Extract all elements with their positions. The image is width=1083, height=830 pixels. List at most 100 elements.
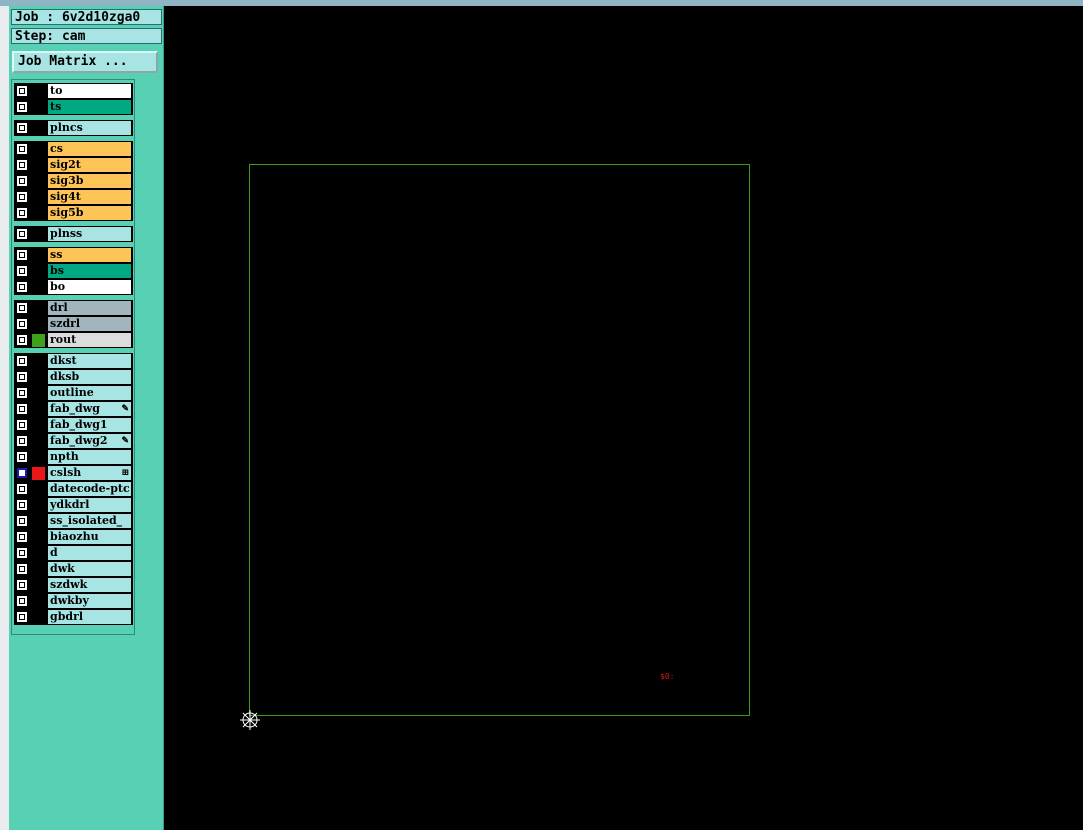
layer-row-dwkby[interactable]: dwkby <box>14 593 133 609</box>
layer-checkbox[interactable] <box>16 334 28 346</box>
layer-checkbox[interactable] <box>16 499 28 511</box>
layer-display-swatch[interactable] <box>32 579 45 592</box>
layer-name[interactable]: plncs <box>48 121 131 135</box>
layer-row-cslsh[interactable]: cslsh ⊞ <box>14 465 133 481</box>
layer-row-d[interactable]: d <box>14 545 133 561</box>
layer-checkbox[interactable] <box>16 143 28 155</box>
layer-row-szdwk[interactable]: szdwk <box>14 577 133 593</box>
layer-name[interactable]: dwkby <box>48 594 131 608</box>
layer-checkbox[interactable] <box>16 122 28 134</box>
layer-checkbox[interactable] <box>16 85 28 97</box>
layer-display-swatch[interactable] <box>32 228 45 241</box>
layer-name[interactable]: fab_dwg ✎ <box>48 402 131 416</box>
layer-display-swatch[interactable] <box>32 451 45 464</box>
layer-display-swatch[interactable] <box>32 483 45 496</box>
layer-display-swatch[interactable] <box>32 207 45 220</box>
layer-display-swatch[interactable] <box>32 101 45 114</box>
layer-display-swatch[interactable] <box>32 419 45 432</box>
layer-display-swatch[interactable] <box>32 281 45 294</box>
layer-name[interactable]: sig2t <box>48 158 131 172</box>
layer-checkbox[interactable] <box>16 265 28 277</box>
layer-display-swatch[interactable] <box>32 143 45 156</box>
layer-name[interactable]: dksb <box>48 370 131 384</box>
layer-row-dkst[interactable]: dkst <box>14 353 133 369</box>
layer-display-swatch[interactable] <box>32 371 45 384</box>
layer-row-ss[interactable]: ss <box>14 247 133 263</box>
layer-display-swatch[interactable] <box>32 318 45 331</box>
layer-checkbox[interactable] <box>16 579 28 591</box>
graphics-canvas[interactable]: $0: <box>164 6 1083 830</box>
layer-row-fab_dwg1[interactable]: fab_dwg1 <box>14 417 133 433</box>
layer-name[interactable]: cs <box>48 142 131 156</box>
layer-row-gbdrl[interactable]: gbdrl <box>14 609 133 625</box>
layer-row-ss_isolated_[interactable]: ss_isolated_ <box>14 513 133 529</box>
layer-row-sig4t[interactable]: sig4t <box>14 189 133 205</box>
layer-row-rout[interactable]: rout <box>14 332 133 348</box>
layer-checkbox[interactable] <box>16 302 28 314</box>
layer-name[interactable]: drl <box>48 301 131 315</box>
layer-row-plncs[interactable]: plncs <box>14 120 133 136</box>
layer-checkbox[interactable] <box>16 403 28 415</box>
layer-name[interactable]: plnss <box>48 227 131 241</box>
layer-row-dksb[interactable]: dksb <box>14 369 133 385</box>
layer-name[interactable]: bo <box>48 280 131 294</box>
layer-row-plnss[interactable]: plnss <box>14 226 133 242</box>
layer-name[interactable]: ss <box>48 248 131 262</box>
layer-name[interactable]: sig3b <box>48 174 131 188</box>
layer-row-outline[interactable]: outline <box>14 385 133 401</box>
layer-name[interactable]: ss_isolated_ <box>48 514 131 528</box>
layer-display-swatch[interactable] <box>32 191 45 204</box>
layer-checkbox[interactable] <box>16 419 28 431</box>
layer-display-swatch[interactable] <box>32 563 45 576</box>
layer-name[interactable]: ts <box>48 100 131 114</box>
layer-row-fab_dwg[interactable]: fab_dwg ✎ <box>14 401 133 417</box>
layer-display-swatch[interactable] <box>32 159 45 172</box>
layer-checkbox[interactable] <box>16 531 28 543</box>
layer-row-sig3b[interactable]: sig3b <box>14 173 133 189</box>
layer-checkbox[interactable] <box>16 249 28 261</box>
layer-display-swatch[interactable] <box>32 85 45 98</box>
layer-name[interactable]: biaozhu <box>48 530 131 544</box>
layer-row-datecode-ptc[interactable]: datecode-ptc <box>14 481 133 497</box>
layer-name[interactable]: rout <box>48 333 131 347</box>
layer-row-szdrl[interactable]: szdrl <box>14 316 133 332</box>
layer-display-swatch[interactable] <box>32 467 45 480</box>
layer-row-fab_dwg2[interactable]: fab_dwg2 ✎ <box>14 433 133 449</box>
layer-name[interactable]: fab_dwg1 <box>48 418 131 432</box>
layer-checkbox[interactable] <box>16 595 28 607</box>
layer-checkbox[interactable] <box>16 228 28 240</box>
layer-name[interactable]: d <box>48 546 131 560</box>
layer-display-swatch[interactable] <box>32 403 45 416</box>
layer-display-swatch[interactable] <box>32 435 45 448</box>
layer-row-npth[interactable]: npth <box>14 449 133 465</box>
layer-row-biaozhu[interactable]: biaozhu <box>14 529 133 545</box>
layer-display-swatch[interactable] <box>32 249 45 262</box>
layer-checkbox[interactable] <box>16 101 28 113</box>
layer-display-swatch[interactable] <box>32 547 45 560</box>
layer-checkbox[interactable] <box>16 191 28 203</box>
layer-checkbox[interactable] <box>16 435 28 447</box>
layer-name[interactable]: cslsh ⊞ <box>48 466 131 480</box>
layer-display-swatch[interactable] <box>32 387 45 400</box>
layer-name[interactable]: dwk <box>48 562 131 576</box>
layer-checkbox[interactable] <box>16 318 28 330</box>
layer-row-dwk[interactable]: dwk <box>14 561 133 577</box>
layer-name[interactable]: ydkdrl <box>48 498 131 512</box>
layer-checkbox[interactable] <box>16 611 28 623</box>
layer-checkbox[interactable] <box>16 563 28 575</box>
layer-row-ts[interactable]: ts <box>14 99 133 115</box>
layer-checkbox[interactable] <box>16 483 28 495</box>
layer-checkbox[interactable] <box>16 467 28 479</box>
layer-name[interactable]: fab_dwg2 ✎ <box>48 434 131 448</box>
layer-checkbox[interactable] <box>16 451 28 463</box>
layer-display-swatch[interactable] <box>32 611 45 624</box>
layer-name[interactable]: outline <box>48 386 131 400</box>
layer-name[interactable]: npth <box>48 450 131 464</box>
layer-name[interactable]: sig5b <box>48 206 131 220</box>
layer-row-to[interactable]: to <box>14 83 133 99</box>
layer-checkbox[interactable] <box>16 371 28 383</box>
layer-display-swatch[interactable] <box>32 515 45 528</box>
layer-display-swatch[interactable] <box>32 265 45 278</box>
layer-row-bs[interactable]: bs <box>14 263 133 279</box>
layer-row-bo[interactable]: bo <box>14 279 133 295</box>
